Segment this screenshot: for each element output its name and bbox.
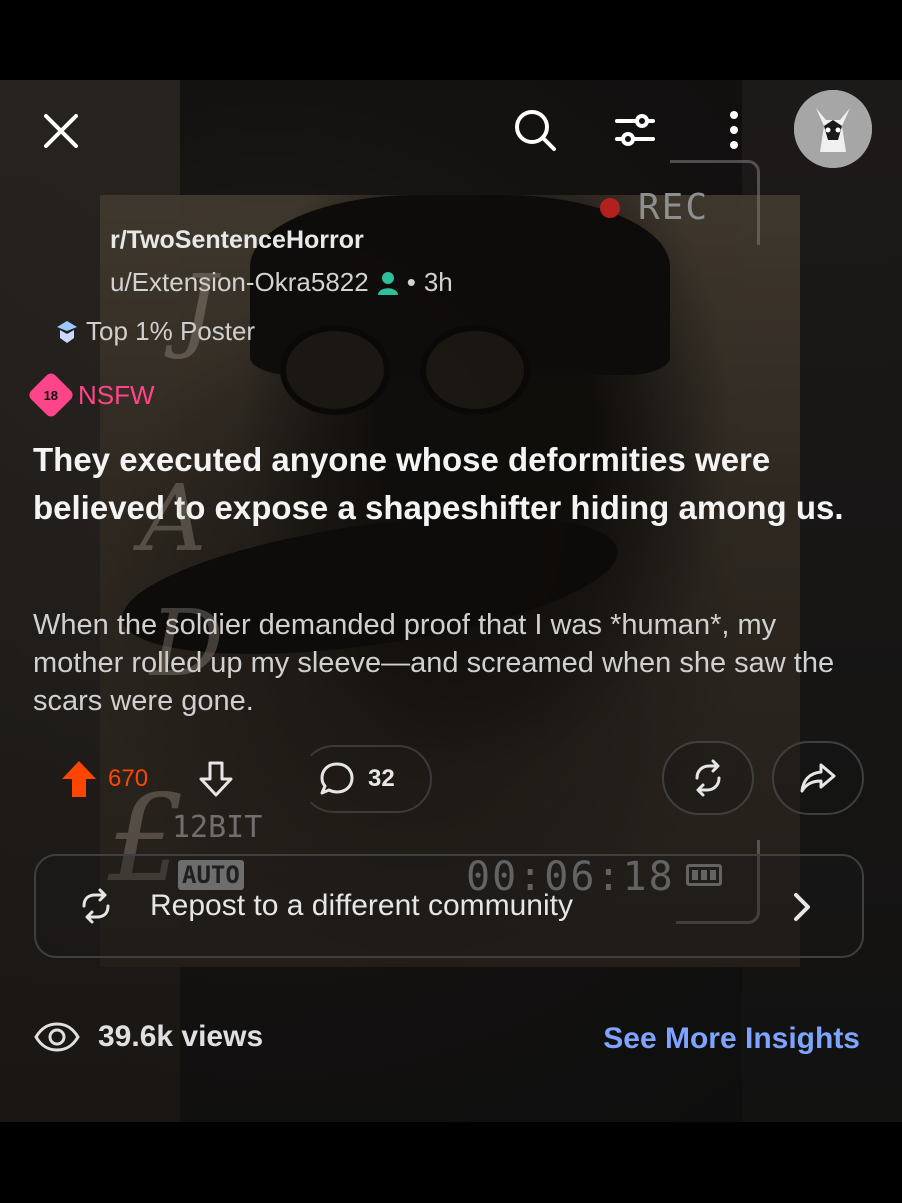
vote-group: 670 <box>60 755 234 803</box>
crosspost-icon <box>695 759 721 797</box>
top-poster-icon <box>57 320 77 343</box>
close-icon <box>44 114 78 148</box>
watermark-letter: A <box>140 465 207 572</box>
avatar-icon <box>794 90 872 168</box>
post-age: 3h <box>423 267 453 297</box>
search-icon <box>515 110 556 151</box>
upvote-icon[interactable] <box>60 759 98 799</box>
repost-icon <box>82 888 110 924</box>
filter-icon <box>615 114 655 146</box>
watermark-letter: J <box>180 255 217 362</box>
meta-separator: • <box>406 267 416 297</box>
nsfw-18-icon: 18 <box>26 370 76 420</box>
author-link[interactable]: u/Extension-Okra5822 <box>110 267 369 298</box>
comments-button[interactable]: 32 <box>300 745 432 813</box>
share-button[interactable] <box>772 741 864 815</box>
author-line: u/Extension-Okra5822 • 3h <box>110 267 453 298</box>
share-icon <box>800 763 836 793</box>
user-avatar-button[interactable] <box>794 90 872 168</box>
more-vertical-icon <box>730 111 738 149</box>
camera-bit-label: 12BIT <box>172 810 263 845</box>
views-stat: 39.6k views <box>34 1020 263 1054</box>
subreddit-link[interactable]: r/TwoSentenceHorror <box>110 226 453 255</box>
nsfw-tag: 18 NSFW <box>26 370 155 420</box>
filter-button[interactable] <box>603 98 667 162</box>
more-options-button[interactable] <box>710 98 758 162</box>
upvote-count: 670 <box>108 765 149 792</box>
comment-icon <box>320 762 354 795</box>
downvote-icon[interactable] <box>198 760 234 798</box>
search-button[interactable] <box>503 98 567 162</box>
rec-label: REC <box>638 187 710 228</box>
repost-label: Repost to a different community <box>150 889 573 922</box>
nsfw-label: NSFW <box>78 379 155 410</box>
user-flair: Top 1% Poster <box>54 316 255 347</box>
post-meta: r/TwoSentenceHorror u/Extension-Okra5822… <box>110 226 453 298</box>
comment-count: 32 <box>368 765 395 792</box>
flair-label: Top 1% Poster <box>86 316 256 346</box>
eye-icon <box>34 1022 80 1052</box>
repost-button[interactable]: Repost to a different community <box>34 854 864 958</box>
camera-rec-indicator: REC <box>600 187 709 228</box>
user-person-icon <box>377 271 398 295</box>
crosspost-button[interactable] <box>662 741 754 815</box>
rec-dot-icon <box>600 197 620 218</box>
nsfw-badge-number: 18 <box>43 387 59 403</box>
views-count: 39.6k views <box>98 1020 264 1053</box>
watermark-letter: D <box>150 590 224 697</box>
chevron-right-icon <box>794 893 810 921</box>
close-button[interactable] <box>30 100 92 162</box>
see-more-insights-link[interactable]: See More Insights <box>603 1022 860 1056</box>
top-bar <box>0 80 902 180</box>
